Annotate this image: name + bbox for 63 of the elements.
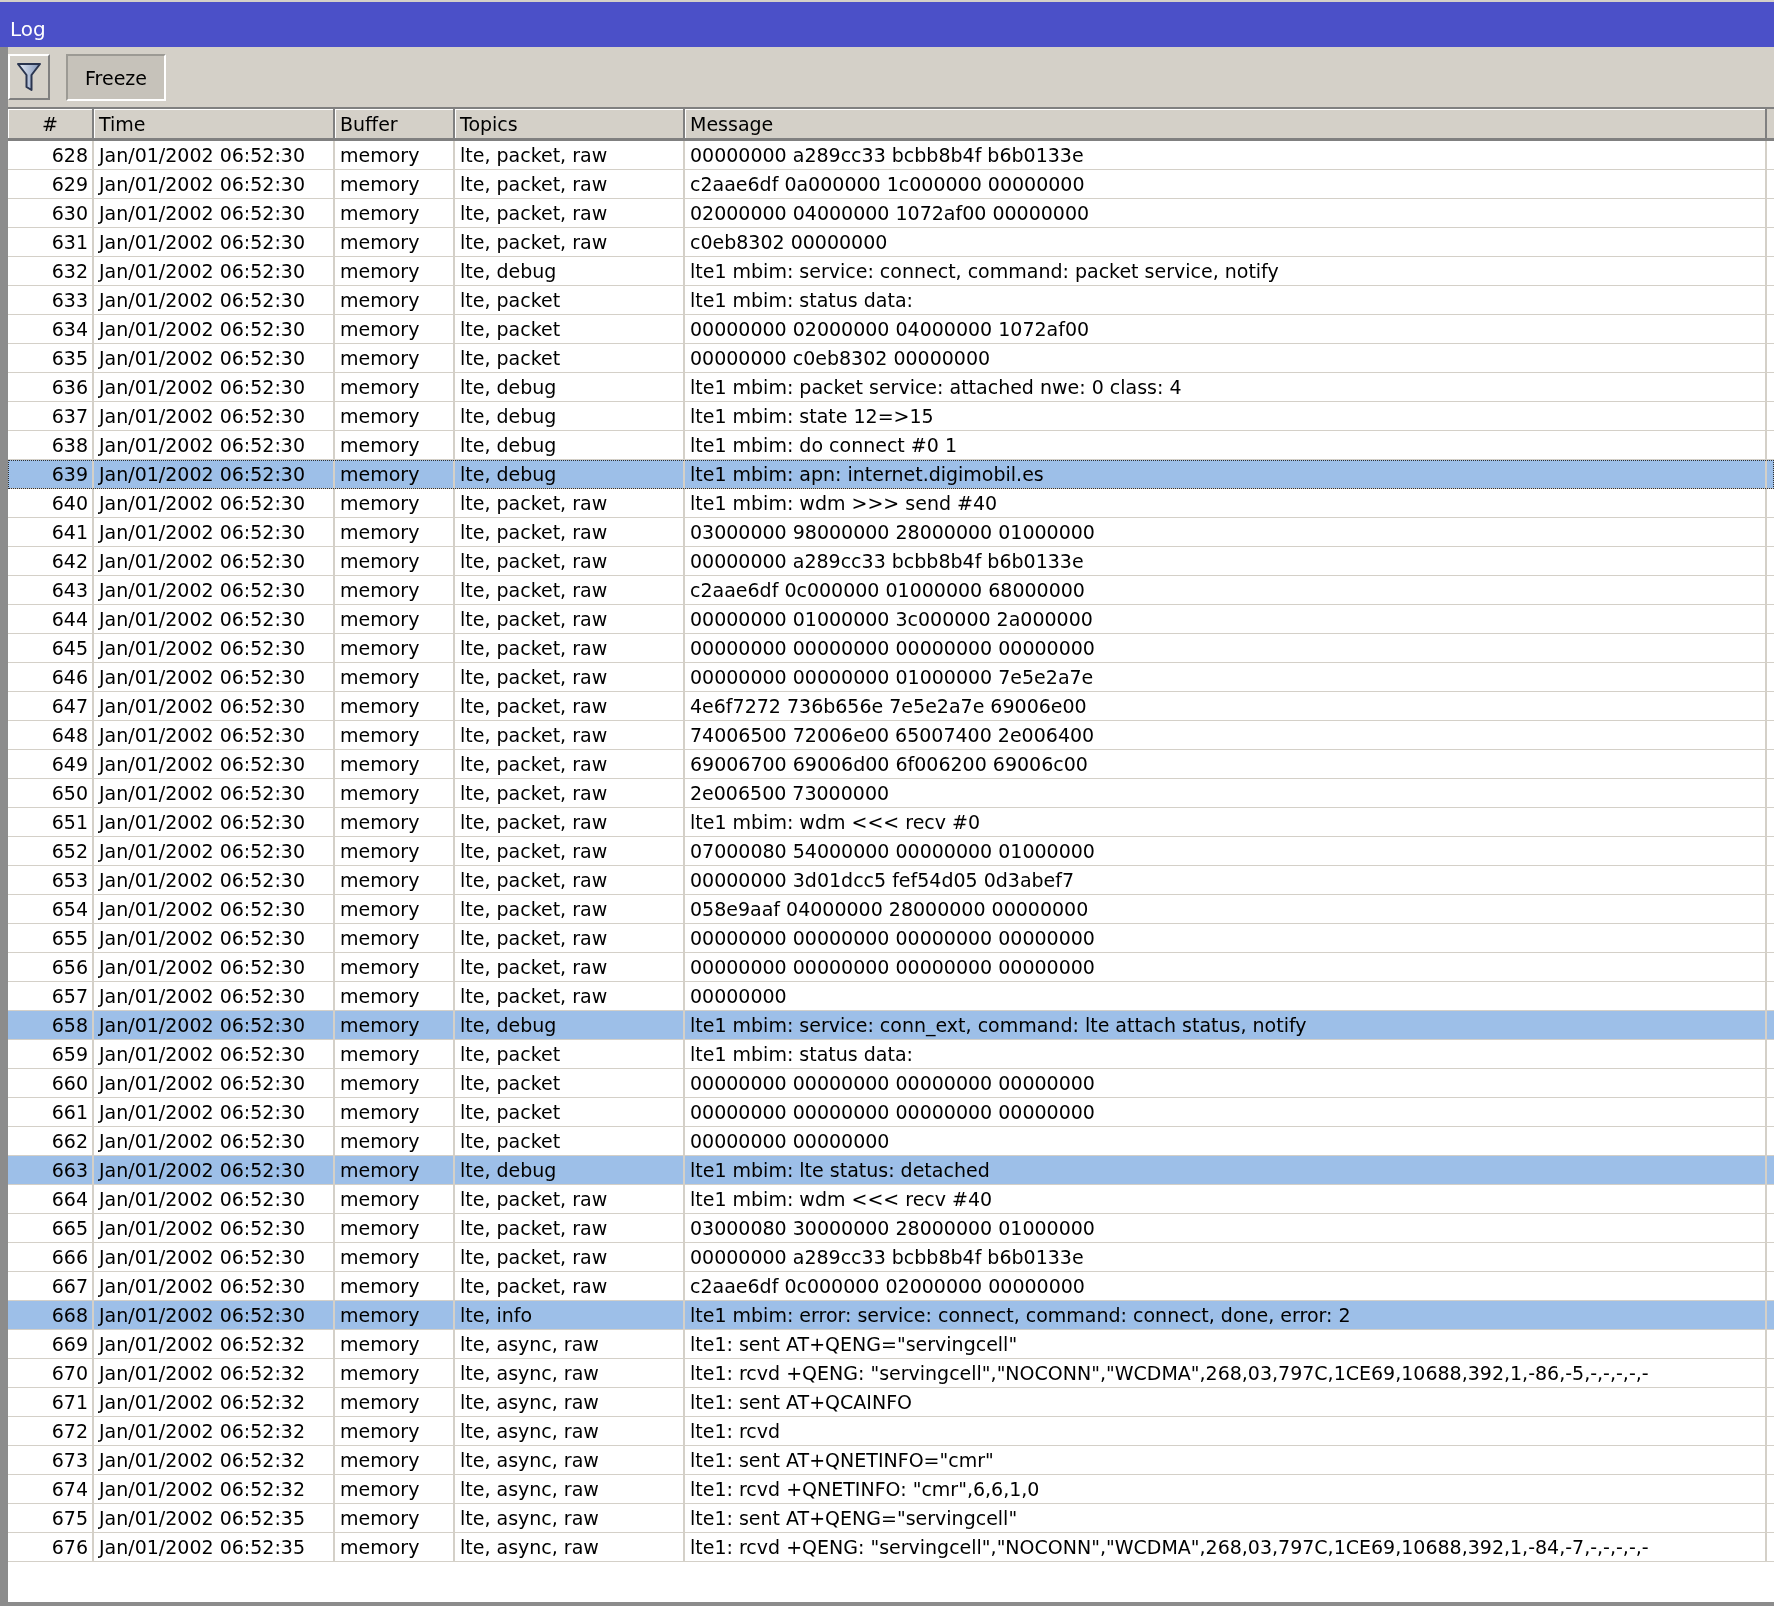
table-cell: Jan/01/2002 06:52:35	[94, 1533, 335, 1561]
table-row[interactable]: 638 Jan/01/2002 06:52:30 memory lte, debug lte1 mbim: do connect #0 1	[8, 431, 1774, 460]
table-row[interactable]: 644 Jan/01/2002 06:52:30 memory lte, packet, raw 00000000 01000000 3c000000 2a000000	[8, 605, 1774, 634]
window-title: Log	[10, 18, 46, 40]
table-row[interactable]: 637 Jan/01/2002 06:52:30 memory lte, debug lte1 mbim: state 12=>15	[8, 402, 1774, 431]
table-row[interactable]: 631 Jan/01/2002 06:52:30 memory lte, packet, raw c0eb8302 00000000	[8, 228, 1774, 257]
table-cell: lte1: rcvd +QENG: "servingcell","NOCONN","WCDMA",268,03,797C,1CE69,10688,392,1,-84,-7,-,-,-,-,-	[685, 1533, 1767, 1561]
table-row[interactable]: 634 Jan/01/2002 06:52:30 memory lte, packet 00000000 02000000 04000000 1072af00	[8, 315, 1774, 344]
table-row[interactable]: 641 Jan/01/2002 06:52:30 memory lte, packet, raw 03000000 98000000 28000000 01000000	[8, 518, 1774, 547]
table-row[interactable]: 663 Jan/01/2002 06:52:30 memory lte, debug lte1 mbim: lte status: detached	[8, 1156, 1774, 1185]
table-row[interactable]: 628 Jan/01/2002 06:52:30 memory lte, packet, raw 00000000 a289cc33 bcbb8b4f b6b0133e	[8, 141, 1774, 170]
column-header[interactable]: Time	[94, 109, 335, 138]
table-row[interactable]: 664 Jan/01/2002 06:52:30 memory lte, packet, raw lte1 mbim: wdm <<< recv #40	[8, 1185, 1774, 1214]
table-row[interactable]: 661 Jan/01/2002 06:52:30 memory lte, packet 00000000 00000000 00000000 00000000	[8, 1098, 1774, 1127]
table-row[interactable]: 675 Jan/01/2002 06:52:35 memory lte, async, raw lte1: sent AT+QENG="servingcell"	[8, 1504, 1774, 1533]
table-row[interactable]: 630 Jan/01/2002 06:52:30 memory lte, packet, raw 02000000 04000000 1072af00 00000000	[8, 199, 1774, 228]
filter-button[interactable]	[8, 54, 50, 100]
table-cell: 676	[8, 1533, 94, 1561]
table-row[interactable]: 642 Jan/01/2002 06:52:30 memory lte, packet, raw 00000000 a289cc33 bcbb8b4f b6b0133e	[8, 547, 1774, 576]
table-row[interactable]: 640 Jan/01/2002 06:52:30 memory lte, packet, raw lte1 mbim: wdm >>> send #40	[8, 489, 1774, 518]
table-row[interactable]: 639 Jan/01/2002 06:52:30 memory lte, debug lte1 mbim: apn: internet.digimobil.es	[8, 460, 1774, 489]
table-row[interactable]: 653 Jan/01/2002 06:52:30 memory lte, packet, raw 00000000 3d01dcc5 fef54d05 0d3abef7	[8, 866, 1774, 895]
table-row[interactable]: 629 Jan/01/2002 06:52:30 memory lte, packet, raw c2aae6df 0a000000 1c000000 00000000	[8, 170, 1774, 199]
table-row[interactable]: 667 Jan/01/2002 06:52:30 memory lte, packet, raw c2aae6df 0c000000 02000000 00000000	[8, 1272, 1774, 1301]
table-row[interactable]: 648 Jan/01/2002 06:52:30 memory lte, packet, raw 74006500 72006e00 65007400 2e006400	[8, 721, 1774, 750]
table-row[interactable]: 632 Jan/01/2002 06:52:30 memory lte, debug lte1 mbim: service: connect, command: packet service, notify	[8, 257, 1774, 286]
table-row[interactable]: 671 Jan/01/2002 06:52:32 memory lte, async, raw lte1: sent AT+QCAINFO	[8, 1388, 1774, 1417]
table-row[interactable]: 633 Jan/01/2002 06:52:30 memory lte, packet lte1 mbim: status data:	[8, 286, 1774, 315]
table-row[interactable]: 636 Jan/01/2002 06:52:30 memory lte, debug lte1 mbim: packet service: attached nwe: 0 class: 4	[8, 373, 1774, 402]
table-row[interactable]: 673 Jan/01/2002 06:52:32 memory lte, async, raw lte1: sent AT+QNETINFO="cmr"	[8, 1446, 1774, 1475]
freeze-button[interactable]: Freeze	[66, 54, 166, 101]
table-row[interactable]: 665 Jan/01/2002 06:52:30 memory lte, packet, raw 03000080 30000000 28000000 01000000	[8, 1214, 1774, 1243]
table-row[interactable]: 674 Jan/01/2002 06:52:32 memory lte, async, raw lte1: rcvd +QNETINFO: "cmr",6,6,1,0	[8, 1475, 1774, 1504]
table-row[interactable]: 649 Jan/01/2002 06:52:30 memory lte, packet, raw 69006700 69006d00 6f006200 69006c00	[8, 750, 1774, 779]
table-row[interactable]: 660 Jan/01/2002 06:52:30 memory lte, packet 00000000 00000000 00000000 00000000	[8, 1069, 1774, 1098]
table-row[interactable]: 669 Jan/01/2002 06:52:32 memory lte, async, raw lte1: sent AT+QENG="servingcell"	[8, 1330, 1774, 1359]
table-row[interactable]: 635 Jan/01/2002 06:52:30 memory lte, packet 00000000 c0eb8302 00000000	[8, 344, 1774, 373]
table-row[interactable]: 662 Jan/01/2002 06:52:30 memory lte, packet 00000000 00000000	[8, 1127, 1774, 1156]
table-row[interactable]: 651 Jan/01/2002 06:52:30 memory lte, packet, raw lte1 mbim: wdm <<< recv #0	[8, 808, 1774, 837]
table-row[interactable]: 657 Jan/01/2002 06:52:30 memory lte, packet, raw 00000000	[8, 982, 1774, 1011]
table-row[interactable]: 670 Jan/01/2002 06:52:32 memory lte, async, raw lte1: rcvd +QENG: "servingcell","NOCONN","WCDMA",268,03,797C,1CE69,10688,392,1,-86,-5,-,-,-,-,-	[8, 1359, 1774, 1388]
table-row[interactable]: 668 Jan/01/2002 06:52:30 memory lte, info lte1 mbim: error: service: connect, command: connect, done, error: 2	[8, 1301, 1774, 1330]
table-row[interactable]: 643 Jan/01/2002 06:52:30 memory lte, packet, raw c2aae6df 0c000000 01000000 68000000	[8, 576, 1774, 605]
column-header[interactable]: #	[8, 109, 94, 138]
table-row[interactable]: 659 Jan/01/2002 06:52:30 memory lte, packet lte1 mbim: status data:	[8, 1040, 1774, 1069]
column-header[interactable]: Message	[685, 109, 1767, 138]
table-row[interactable]: 676 Jan/01/2002 06:52:35 memory lte, async, raw lte1: rcvd +QENG: "servingcell","NOCONN","WCDMA",268,03,797C,1CE69,10688,392,1,-84,-7,-,-,-,-,-	[8, 1533, 1774, 1562]
table-row[interactable]: 650 Jan/01/2002 06:52:30 memory lte, packet, raw 2e006500 73000000	[8, 779, 1774, 808]
table-cell: lte, async, raw	[455, 1533, 685, 1561]
table-row[interactable]: 647 Jan/01/2002 06:52:30 memory lte, packet, raw 4e6f7272 736b656e 7e5e2a7e 69006e00	[8, 692, 1774, 721]
table-row[interactable]: 645 Jan/01/2002 06:52:30 memory lte, packet, raw 00000000 00000000 00000000 00000000	[8, 634, 1774, 663]
table-cell: memory	[335, 1533, 455, 1561]
table-row[interactable]: 654 Jan/01/2002 06:52:30 memory lte, packet, raw 058e9aaf 04000000 28000000 00000000	[8, 895, 1774, 924]
table-row[interactable]: 652 Jan/01/2002 06:52:30 memory lte, packet, raw 07000080 54000000 00000000 01000000	[8, 837, 1774, 866]
table-row[interactable]: 656 Jan/01/2002 06:52:30 memory lte, packet, raw 00000000 00000000 00000000 00000000	[8, 953, 1774, 982]
table-row[interactable]: 672 Jan/01/2002 06:52:32 memory lte, async, raw lte1: rcvd	[8, 1417, 1774, 1446]
table-row[interactable]: 666 Jan/01/2002 06:52:30 memory lte, packet, raw 00000000 a289cc33 bcbb8b4f b6b0133e	[8, 1243, 1774, 1272]
table-row[interactable]: 655 Jan/01/2002 06:52:30 memory lte, packet, raw 00000000 00000000 00000000 00000000	[8, 924, 1774, 953]
column-header[interactable]: Buffer	[335, 109, 455, 138]
table-row[interactable]: 658 Jan/01/2002 06:52:30 memory lte, debug lte1 mbim: service: conn_ext, command: lte attach status, notify	[8, 1011, 1774, 1040]
column-header[interactable]: Topics	[455, 109, 685, 138]
table-row[interactable]: 646 Jan/01/2002 06:52:30 memory lte, packet, raw 00000000 00000000 01000000 7e5e2a7e	[8, 663, 1774, 692]
funnel-icon	[17, 62, 41, 92]
